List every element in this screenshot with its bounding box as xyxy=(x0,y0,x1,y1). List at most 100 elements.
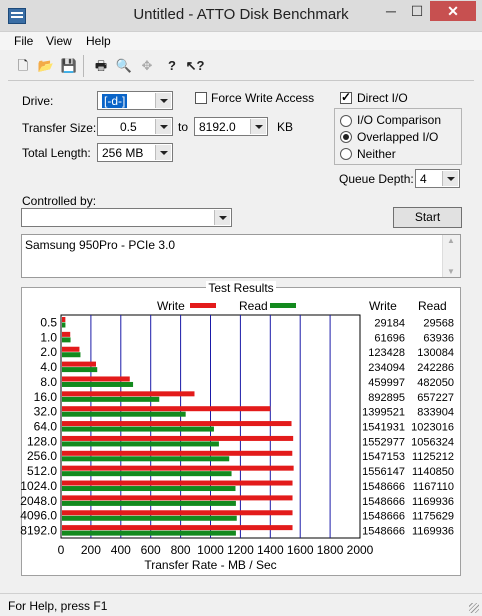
write-bar xyxy=(62,331,71,337)
read-bar xyxy=(62,411,186,417)
chevron-down-icon xyxy=(250,119,266,134)
x-tick-label: 1200 xyxy=(227,543,254,557)
transfer-to-value: 8192.0 xyxy=(199,120,236,134)
read-value: 130084 xyxy=(417,347,454,359)
read-bar xyxy=(62,441,219,447)
resize-grip-icon[interactable] xyxy=(469,603,479,613)
controlled-by-label: Controlled by: xyxy=(22,194,97,208)
print-icon[interactable]: 🖶 xyxy=(90,55,112,77)
category-label: 32.0 xyxy=(34,405,58,419)
direct-io-checkbox[interactable] xyxy=(340,90,352,104)
write-value: 1548666 xyxy=(362,496,405,508)
print-preview-icon[interactable]: 🔍 xyxy=(113,55,135,77)
direct-io-label: Direct I/O xyxy=(357,91,408,105)
read-value: 1023016 xyxy=(411,422,454,434)
chevron-down-icon xyxy=(214,210,230,225)
open-folder-icon[interactable]: 📂 xyxy=(35,55,57,77)
menu-view[interactable]: View xyxy=(46,34,72,48)
context-help-icon[interactable]: ↖? xyxy=(184,55,206,77)
x-tick-label: 1600 xyxy=(287,543,314,557)
io-comparison-radio[interactable] xyxy=(340,115,352,127)
write-bar xyxy=(62,480,293,486)
read-bar xyxy=(62,471,232,477)
write-value: 61696 xyxy=(374,332,405,344)
write-value: 1552977 xyxy=(362,436,405,448)
force-write-checkbox[interactable] xyxy=(195,92,207,104)
write-value: 1548666 xyxy=(362,526,405,538)
write-value: 1399521 xyxy=(362,407,405,419)
x-axis-label: Transfer Rate - MB / Sec xyxy=(144,558,276,572)
overlapped-io-label: Overlapped I/O xyxy=(357,130,439,144)
write-bar xyxy=(62,495,293,501)
title-bar: Untitled - ATTO Disk Benchmark ─ ☐ ✕ xyxy=(0,0,482,32)
write-bar xyxy=(62,421,292,427)
transfer-size-to-select[interactable]: 8192.0 xyxy=(194,117,268,136)
write-bar xyxy=(62,525,293,531)
write-value: 29184 xyxy=(374,317,405,329)
queue-depth-select[interactable]: 4 xyxy=(415,169,460,188)
category-label: 4096.0 xyxy=(20,509,57,523)
read-bar xyxy=(62,426,214,432)
read-bar xyxy=(62,500,236,506)
description-textarea[interactable]: Samsung 950Pro - PCIe 3.0 xyxy=(21,234,461,278)
read-bar xyxy=(62,456,230,462)
move-icon[interactable]: ✥ xyxy=(136,55,158,77)
write-value: 123428 xyxy=(368,347,405,359)
read-value: 63936 xyxy=(423,332,454,344)
read-value: 1169936 xyxy=(412,496,454,508)
write-bar xyxy=(62,406,271,412)
read-bar xyxy=(62,337,71,343)
menu-help[interactable]: Help xyxy=(86,34,111,48)
category-label: 1.0 xyxy=(40,330,57,344)
write-bar xyxy=(62,376,130,382)
drive-select[interactable]: [-d-] xyxy=(97,91,173,110)
category-label: 16.0 xyxy=(34,390,58,404)
read-bar xyxy=(62,396,160,402)
chevron-down-icon xyxy=(442,171,458,186)
io-comparison-label: I/O Comparison xyxy=(357,113,442,127)
write-bar xyxy=(62,391,195,397)
write-value: 1548666 xyxy=(362,481,405,493)
controlled-by-select[interactable] xyxy=(21,208,232,227)
category-label: 0.5 xyxy=(40,315,57,329)
close-button[interactable]: ✕ xyxy=(430,1,476,21)
write-value: 234094 xyxy=(368,362,405,374)
description-scrollbar[interactable] xyxy=(442,235,460,277)
category-label: 4.0 xyxy=(40,360,57,374)
toolbar-separator xyxy=(83,55,84,77)
benchmark-chart: 0 200 400 600 800 1000 1200 1400 1600 1800 2000 Tra… xyxy=(20,314,454,572)
write-bar xyxy=(62,361,96,367)
x-tick-label: 600 xyxy=(141,543,161,557)
read-value: 1125212 xyxy=(412,451,454,463)
status-bar: For Help, press F1 xyxy=(0,593,482,616)
new-document-icon[interactable]: 🗋 xyxy=(12,55,34,77)
read-value: 1167110 xyxy=(413,481,454,493)
write-bar xyxy=(62,510,293,516)
write-bar xyxy=(62,346,80,352)
drive-value: [-d-] xyxy=(100,93,129,109)
start-button[interactable]: Start xyxy=(393,207,462,228)
chevron-down-icon xyxy=(155,119,171,134)
read-value: 482050 xyxy=(417,377,454,389)
total-length-select[interactable]: 256 MB xyxy=(97,143,173,162)
write-value: 1548666 xyxy=(362,511,405,523)
about-icon[interactable]: ? xyxy=(161,55,183,77)
minimize-button[interactable]: ─ xyxy=(378,1,404,21)
neither-radio[interactable] xyxy=(340,148,352,160)
x-tick-label: 400 xyxy=(111,543,131,557)
menu-file[interactable]: File xyxy=(14,34,33,48)
write-value: 892895 xyxy=(368,392,405,404)
read-value: 1175629 xyxy=(412,511,454,523)
read-value: 833904 xyxy=(417,407,454,419)
transfer-size-from-select[interactable]: 0.5 xyxy=(97,117,173,136)
chevron-down-icon xyxy=(155,93,171,108)
write-bar xyxy=(62,465,294,471)
save-icon[interactable]: 💾 xyxy=(58,55,80,77)
drive-label: Drive: xyxy=(22,94,54,108)
x-tick-label: 0 xyxy=(58,543,65,557)
total-length-value: 256 MB xyxy=(102,146,144,160)
category-label: 512.0 xyxy=(27,464,57,478)
overlapped-io-radio[interactable] xyxy=(340,131,352,143)
maximize-button[interactable]: ☐ xyxy=(404,1,430,21)
write-bar xyxy=(62,435,294,441)
